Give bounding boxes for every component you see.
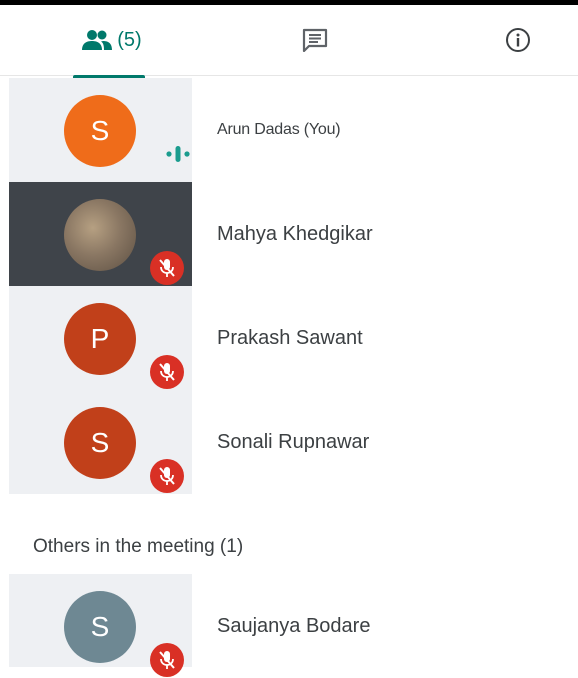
tab-people[interactable]: (5) — [62, 5, 162, 75]
participant-tile: P — [9, 286, 192, 390]
participant-tile — [9, 182, 192, 286]
avatar: P — [64, 303, 136, 375]
avatar-photo — [64, 199, 136, 271]
participant-tile: S — [9, 78, 192, 182]
avatar: S — [64, 591, 136, 663]
chat-icon — [302, 28, 328, 52]
participant-name: Arun Dadas (You) — [217, 121, 341, 138]
participant-name: Sonali Rupnawar — [217, 430, 370, 453]
avatar: S — [64, 95, 136, 167]
participant-row[interactable]: Mahya Khedgikar — [0, 182, 578, 286]
mic-muted-icon — [150, 355, 184, 389]
people-icon — [82, 30, 113, 50]
side-panel-tabs: (5) — [0, 5, 578, 79]
mic-muted-icon — [150, 251, 184, 285]
avatar: S — [64, 407, 136, 479]
participant-name: Saujanya Bodare — [217, 614, 371, 637]
participant-row[interactable]: S Arun Dadas (You) — [0, 78, 578, 182]
mic-muted-icon — [150, 643, 184, 677]
participant-tile: S — [9, 390, 192, 494]
participant-count: (5) — [117, 28, 142, 51]
tab-info[interactable] — [478, 5, 558, 75]
participant-row[interactable]: S Saujanya Bodare — [0, 574, 578, 677]
tab-chat[interactable] — [275, 5, 355, 75]
participant-tile: S — [9, 574, 192, 677]
participant-row[interactable]: P Prakash Sawant — [0, 286, 578, 390]
others-section-heading: Others in the meeting (1) — [33, 536, 244, 557]
info-icon — [506, 28, 530, 52]
mic-muted-icon — [150, 459, 184, 493]
participant-name: Prakash Sawant — [217, 326, 363, 349]
speaking-indicator-icon — [162, 141, 194, 167]
participant-row[interactable]: S Sonali Rupnawar — [0, 390, 578, 494]
participant-name: Mahya Khedgikar — [217, 222, 373, 245]
